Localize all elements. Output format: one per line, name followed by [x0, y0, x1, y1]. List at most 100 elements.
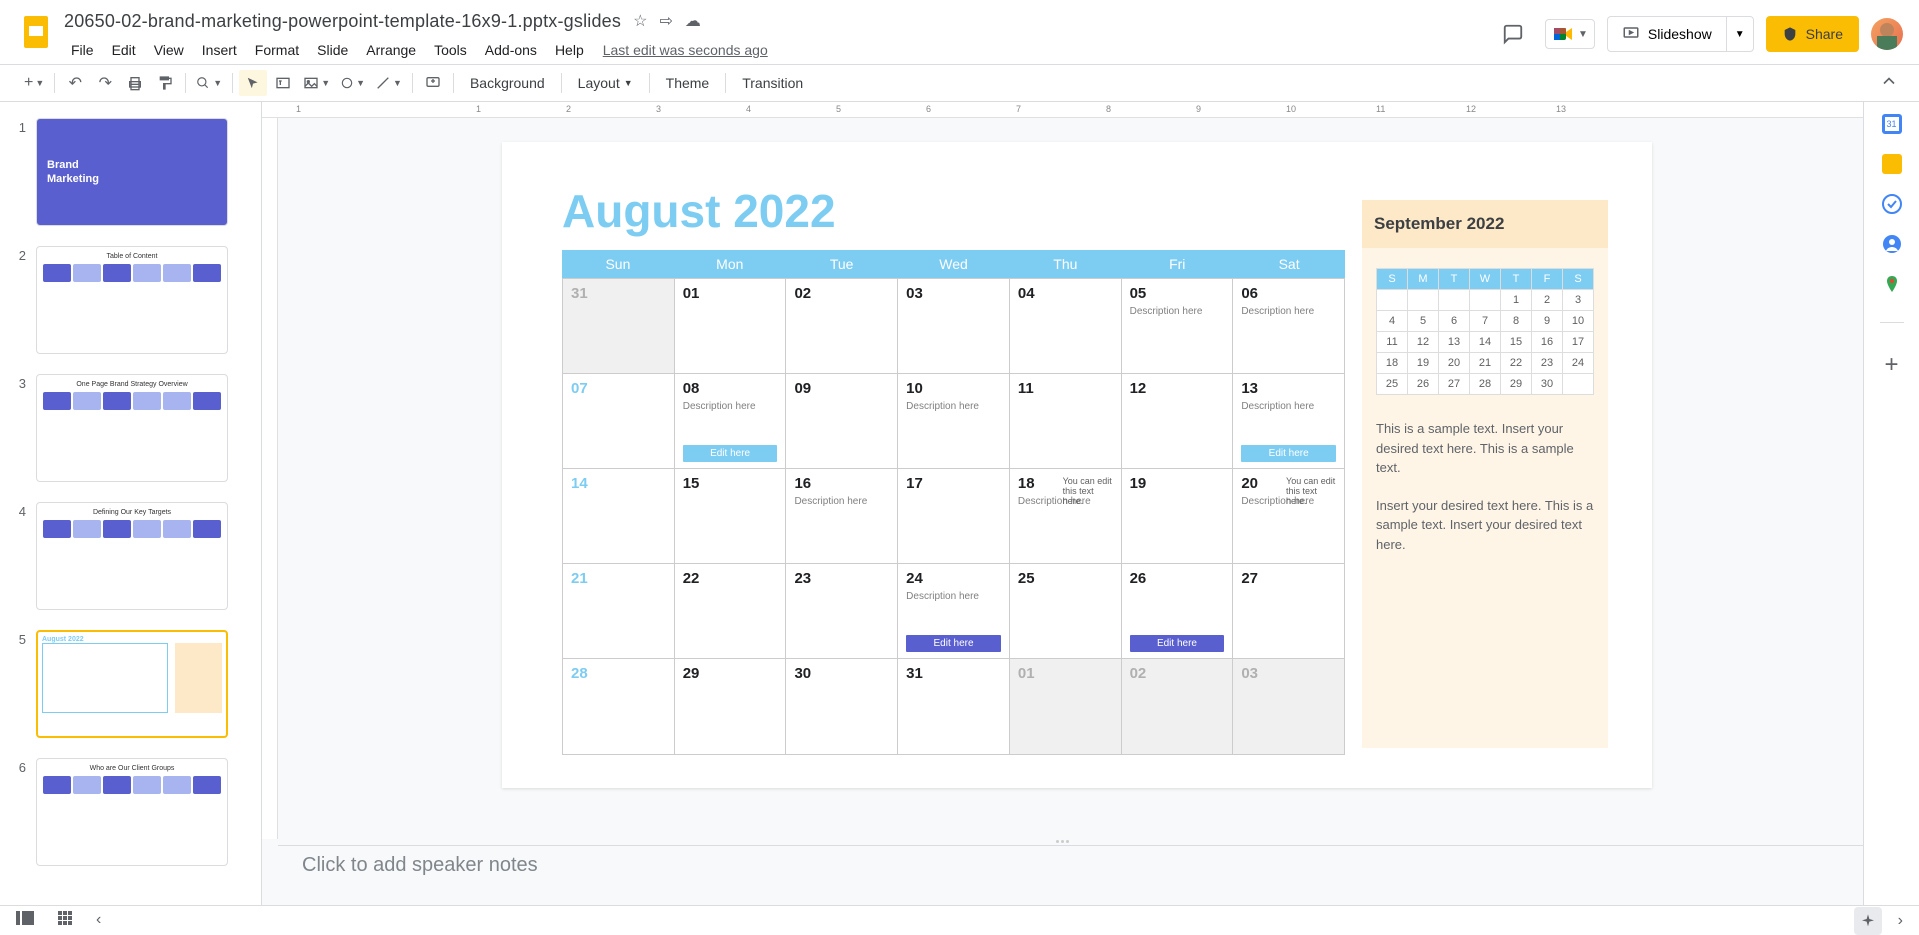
calendar-cell[interactable]: 17: [898, 469, 1010, 563]
slide-panel[interactable]: 1BrandMarketing2Table of Content3One Pag…: [0, 102, 262, 905]
calendar-cell[interactable]: 14: [563, 469, 675, 563]
layout-button[interactable]: Layout▼: [568, 70, 643, 96]
filmstrip-view-icon[interactable]: [16, 911, 34, 930]
calendar-app-icon[interactable]: 31: [1882, 114, 1902, 134]
calendar-cell[interactable]: 21: [563, 564, 675, 658]
calendar-cell[interactable]: 09: [786, 374, 898, 468]
calendar-cell[interactable]: 08Description hereEdit here: [675, 374, 787, 468]
slide-thumbnail-5[interactable]: August 2022: [36, 630, 228, 738]
calendar-cell[interactable]: 19: [1122, 469, 1234, 563]
star-icon[interactable]: ☆: [633, 11, 647, 31]
slide-thumbnail-4[interactable]: Defining Our Key Targets: [36, 502, 228, 610]
shape-tool[interactable]: ▼: [336, 70, 369, 96]
comment-tool[interactable]: [419, 70, 447, 96]
tasks-app-icon[interactable]: [1882, 194, 1902, 214]
collapse-panel-icon[interactable]: ‹: [96, 911, 101, 930]
calendar-cell[interactable]: 02: [1122, 659, 1234, 754]
comments-icon[interactable]: [1493, 14, 1533, 54]
slide-thumbnail-6[interactable]: Who are Our Client Groups: [36, 758, 228, 866]
calendar-cell[interactable]: 02: [786, 279, 898, 373]
calendar-cell[interactable]: 28: [563, 659, 675, 754]
calendar-cell[interactable]: 10Description here: [898, 374, 1010, 468]
calendar-cell[interactable]: 15: [675, 469, 787, 563]
textbox-tool[interactable]: [269, 70, 297, 96]
paint-format-button[interactable]: [151, 70, 179, 96]
calendar-cell[interactable]: 30: [786, 659, 898, 754]
meet-button[interactable]: ▼: [1545, 19, 1595, 49]
calendar-cell[interactable]: 16Description here: [786, 469, 898, 563]
menu-view[interactable]: View: [147, 38, 191, 62]
calendar-cell[interactable]: 12: [1122, 374, 1234, 468]
calendar-cell[interactable]: 01: [675, 279, 787, 373]
slide-number: 3: [12, 374, 26, 482]
print-button[interactable]: [121, 70, 149, 96]
slide-canvas[interactable]: August 2022 SunMonTueWedThuFriSat 310102…: [502, 142, 1652, 788]
calendar-cell[interactable]: 23: [786, 564, 898, 658]
calendar-cell[interactable]: 22: [675, 564, 787, 658]
calendar-cell[interactable]: 07: [563, 374, 675, 468]
explore-button[interactable]: [1854, 907, 1882, 935]
keep-app-icon[interactable]: [1882, 154, 1902, 174]
menu-edit[interactable]: Edit: [105, 38, 143, 62]
menu-help[interactable]: Help: [548, 38, 591, 62]
grid-view-icon[interactable]: [58, 911, 72, 930]
slideshow-dropdown-icon[interactable]: ▼: [1727, 29, 1753, 40]
show-side-panel-icon[interactable]: ›: [1898, 912, 1903, 930]
redo-button[interactable]: ↷: [91, 70, 119, 96]
contacts-app-icon[interactable]: [1882, 234, 1902, 254]
calendar-cell[interactable]: 13Description hereEdit here: [1233, 374, 1344, 468]
menu-insert[interactable]: Insert: [195, 38, 244, 62]
calendar-grid[interactable]: SunMonTueWedThuFriSat 310102030405Descri…: [562, 250, 1345, 755]
menu-tools[interactable]: Tools: [427, 38, 474, 62]
account-avatar[interactable]: [1871, 18, 1903, 50]
share-button[interactable]: Share: [1766, 16, 1859, 52]
menu-slide[interactable]: Slide: [310, 38, 355, 62]
menu-arrange[interactable]: Arrange: [359, 38, 423, 62]
calendar-cell[interactable]: 25: [1010, 564, 1122, 658]
calendar-cell[interactable]: 03: [898, 279, 1010, 373]
weekday-header: Sat: [1233, 250, 1345, 278]
calendar-cell[interactable]: 20You can edit this text here.Descriptio…: [1233, 469, 1344, 563]
calendar-title[interactable]: August 2022: [562, 184, 836, 238]
speaker-notes[interactable]: Click to add speaker notes: [278, 845, 1863, 905]
slide-thumbnail-2[interactable]: Table of Content: [36, 246, 228, 354]
slide-number: 6: [12, 758, 26, 866]
menu-add-ons[interactable]: Add-ons: [478, 38, 544, 62]
select-tool[interactable]: [239, 70, 267, 96]
add-app-icon[interactable]: +: [1884, 351, 1898, 379]
move-icon[interactable]: ⇨: [659, 11, 672, 31]
new-slide-button[interactable]: +▼: [20, 70, 48, 96]
calendar-cell[interactable]: 24Description hereEdit here: [898, 564, 1010, 658]
calendar-cell[interactable]: 26Edit here: [1122, 564, 1234, 658]
line-tool[interactable]: ▼: [371, 70, 406, 96]
cloud-icon[interactable]: ☁: [685, 11, 701, 31]
background-button[interactable]: Background: [460, 70, 555, 96]
menu-format[interactable]: Format: [248, 38, 306, 62]
calendar-cell[interactable]: 04: [1010, 279, 1122, 373]
zoom-button[interactable]: ▼: [192, 70, 226, 96]
calendar-cell[interactable]: 29: [675, 659, 787, 754]
slideshow-button[interactable]: Slideshow ▼: [1607, 16, 1754, 52]
theme-button[interactable]: Theme: [656, 70, 720, 96]
slides-logo[interactable]: [16, 12, 56, 52]
maps-app-icon[interactable]: [1882, 274, 1902, 294]
calendar-cell[interactable]: 31: [563, 279, 675, 373]
image-tool[interactable]: ▼: [299, 70, 334, 96]
menu-file[interactable]: File: [64, 38, 101, 62]
collapse-toolbar-icon[interactable]: [1879, 71, 1899, 96]
calendar-cell[interactable]: 06Description here: [1233, 279, 1344, 373]
slide-thumbnail-3[interactable]: One Page Brand Strategy Overview: [36, 374, 228, 482]
transition-button[interactable]: Transition: [732, 70, 813, 96]
calendar-cell[interactable]: 18You can edit this text here.Descriptio…: [1010, 469, 1122, 563]
calendar-cell[interactable]: 03: [1233, 659, 1344, 754]
last-edit-link[interactable]: Last edit was seconds ago: [603, 42, 768, 58]
calendar-cell[interactable]: 11: [1010, 374, 1122, 468]
calendar-cell[interactable]: 31: [898, 659, 1010, 754]
calendar-cell[interactable]: 05Description here: [1122, 279, 1234, 373]
undo-button[interactable]: ↶: [61, 70, 89, 96]
calendar-cell[interactable]: 27: [1233, 564, 1344, 658]
slide-thumbnail-1[interactable]: BrandMarketing: [36, 118, 228, 226]
mini-calendar-panel[interactable]: September 2022 SMTWTFS 12345678910111213…: [1362, 200, 1608, 748]
calendar-cell[interactable]: 01: [1010, 659, 1122, 754]
document-title[interactable]: 20650-02-brand-marketing-powerpoint-temp…: [64, 11, 621, 32]
